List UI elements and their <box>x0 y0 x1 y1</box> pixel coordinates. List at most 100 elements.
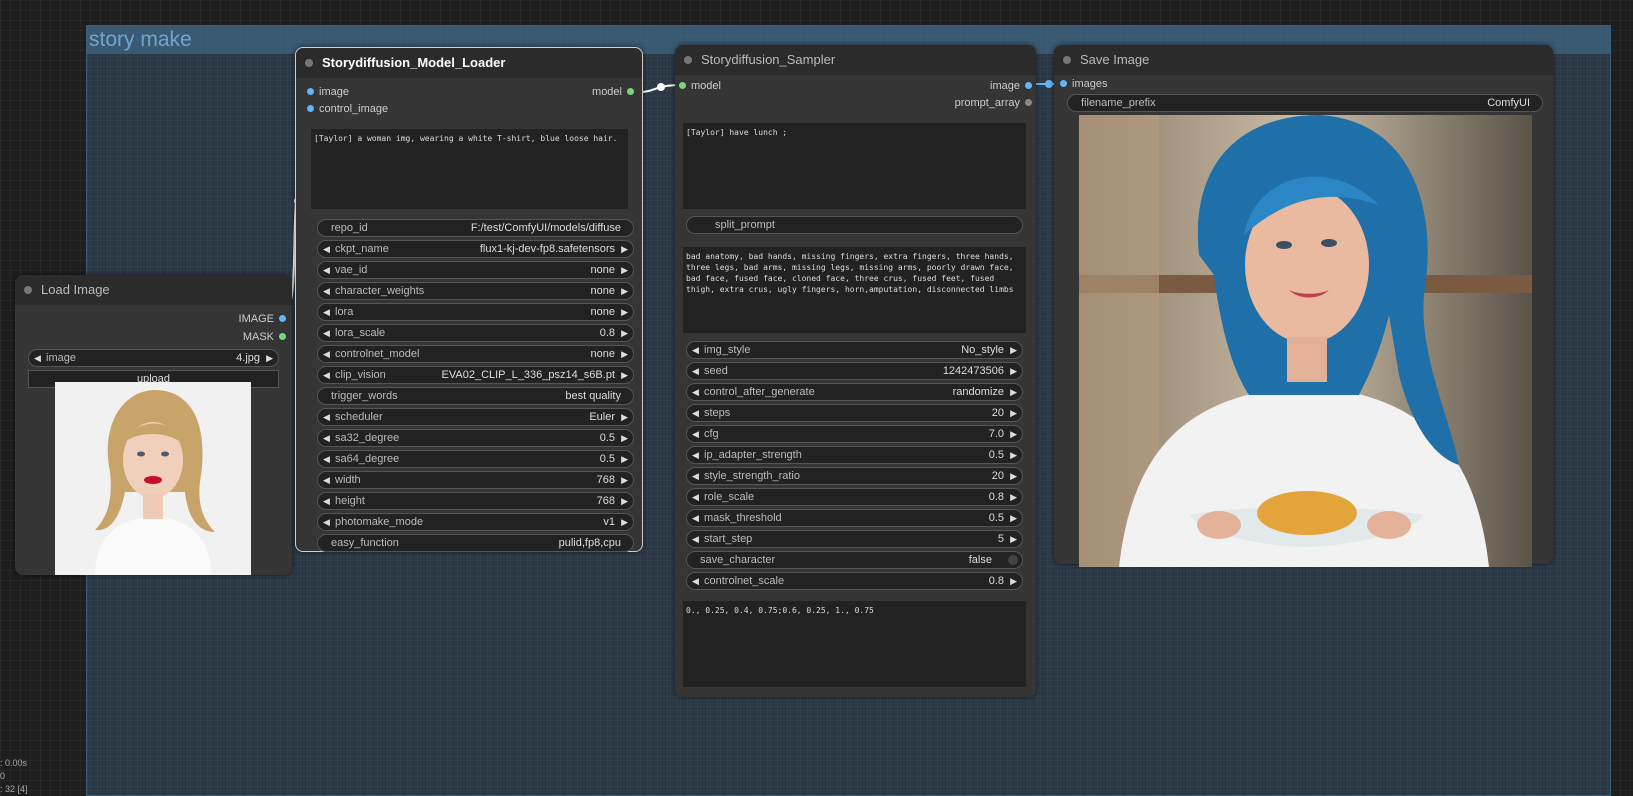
output-dot-icon[interactable] <box>627 88 634 95</box>
arrow-left-icon[interactable]: ◀ <box>323 262 330 278</box>
widget-sa64-degree[interactable]: ◀ sa64_degree 0.5 ▶ <box>317 450 634 468</box>
arrow-right-icon[interactable]: ▶ <box>1010 510 1017 526</box>
character-prompt-textarea[interactable]: [Taylor] a woman img, wearing a white T-… <box>311 129 628 209</box>
arrow-left-icon[interactable]: ◀ <box>323 241 330 257</box>
arrow-left-icon[interactable]: ◀ <box>692 447 699 463</box>
arrow-left-icon[interactable]: ◀ <box>692 384 699 400</box>
output-dot-icon[interactable] <box>1025 99 1032 106</box>
widget-style-strength-ratio[interactable]: ◀ style_strength_ratio 20 ▶ <box>686 467 1023 485</box>
arrow-left-icon[interactable]: ◀ <box>323 346 330 362</box>
arrow-right-icon[interactable]: ▶ <box>621 283 628 299</box>
widget-save-character[interactable]: save_character false <box>686 551 1023 569</box>
arrow-right-icon[interactable]: ▶ <box>621 493 628 509</box>
arrow-left-icon[interactable]: ◀ <box>692 510 699 526</box>
filename-prefix-field[interactable]: filename_prefix ComfyUI <box>1067 94 1543 112</box>
output-dot-icon[interactable] <box>279 315 286 322</box>
save-image-node[interactable]: Save Image images filename_prefix ComfyU… <box>1054 45 1553 567</box>
arrow-left-icon[interactable]: ◀ <box>692 342 699 358</box>
widget-easy-function[interactable]: easy_function pulid,fp8,cpu <box>317 534 634 552</box>
widget-cfg[interactable]: ◀ cfg 7.0 ▶ <box>686 425 1023 443</box>
arrow-right-icon[interactable]: ▶ <box>1010 363 1017 379</box>
arrow-right-icon[interactable]: ▶ <box>1010 468 1017 484</box>
widget-vae-id[interactable]: ◀ vae_id none ▶ <box>317 261 634 279</box>
output-image[interactable]: image <box>942 79 1032 93</box>
arrow-left-icon[interactable]: ◀ <box>692 405 699 421</box>
arrow-left-icon[interactable]: ◀ <box>323 472 330 488</box>
arrow-right-icon[interactable]: ▶ <box>621 514 628 530</box>
arrow-left-icon[interactable]: ◀ <box>323 493 330 509</box>
arrow-left-icon[interactable]: ◀ <box>323 367 330 383</box>
widget-sa32-degree[interactable]: ◀ sa32_degree 0.5 ▶ <box>317 429 634 447</box>
arrow-left-icon[interactable]: ◀ <box>323 304 330 320</box>
widget-controlnet-model[interactable]: ◀ controlnet_model none ▶ <box>317 345 634 363</box>
widget-lora[interactable]: ◀ lora none ▶ <box>317 303 634 321</box>
widget-steps[interactable]: ◀ steps 20 ▶ <box>686 404 1023 422</box>
model-loader-title[interactable]: Storydiffusion_Model_Loader <box>296 48 642 78</box>
arrow-left-icon[interactable]: ◀ <box>692 363 699 379</box>
collapse-dot-icon[interactable] <box>305 59 313 67</box>
widget-start-step[interactable]: ◀ start_step 5 ▶ <box>686 530 1023 548</box>
input-control-image[interactable]: control_image <box>307 102 427 116</box>
load-image-title[interactable]: Load Image <box>15 275 292 305</box>
image-select[interactable]: ◀ image 4.jpg ▶ <box>28 349 279 367</box>
arrow-left-icon[interactable]: ◀ <box>323 514 330 530</box>
arrow-left-icon[interactable]: ◀ <box>323 283 330 299</box>
arrow-right-icon[interactable]: ▶ <box>621 367 628 383</box>
arrow-right-icon[interactable]: ▶ <box>621 325 628 341</box>
input-image[interactable]: image <box>307 85 427 99</box>
widget-width[interactable]: ◀ width 768 ▶ <box>317 471 634 489</box>
arrow-left-icon[interactable]: ◀ <box>323 430 330 446</box>
widget-seed[interactable]: ◀ seed 1242473506 ▶ <box>686 362 1023 380</box>
output-image[interactable]: IMAGE <box>206 312 286 326</box>
widget-scheduler[interactable]: ◀ scheduler Euler ▶ <box>317 408 634 426</box>
output-dot-icon[interactable] <box>1025 82 1032 89</box>
arrow-right-icon[interactable]: ▶ <box>621 451 628 467</box>
save-image-title[interactable]: Save Image <box>1054 45 1553 75</box>
arrow-left-icon[interactable]: ◀ <box>323 409 330 425</box>
negative-prompt-textarea[interactable]: bad anatomy, bad hands, missing fingers,… <box>683 247 1026 333</box>
output-prompt-array[interactable]: prompt_array <box>922 96 1032 110</box>
arrow-left-icon[interactable]: ◀ <box>323 325 330 341</box>
arrow-right-icon[interactable]: ▶ <box>621 241 628 257</box>
input-dot-icon[interactable] <box>679 82 686 89</box>
input-dot-icon[interactable] <box>307 105 314 112</box>
arrow-right-icon[interactable]: ▶ <box>1010 573 1017 589</box>
arrow-right-icon[interactable]: ▶ <box>1010 342 1017 358</box>
input-dot-icon[interactable] <box>1060 80 1067 87</box>
widget-img-style[interactable]: ◀ img_style No_style ▶ <box>686 341 1023 359</box>
widget-control-after-generate[interactable]: ◀ control_after_generate randomize ▶ <box>686 383 1023 401</box>
arrow-right-icon[interactable]: ▶ <box>621 409 628 425</box>
arrow-left-icon[interactable]: ◀ <box>323 451 330 467</box>
widget-character-weights[interactable]: ◀ character_weights none ▶ <box>317 282 634 300</box>
widget-photomake-mode[interactable]: ◀ photomake_mode v1 ▶ <box>317 513 634 531</box>
output-dot-icon[interactable] <box>279 333 286 340</box>
collapse-dot-icon[interactable] <box>1063 56 1071 64</box>
widget-repo-id[interactable]: repo_id F:/test/ComfyUI/models/diffuse <box>317 219 634 237</box>
load-image-node[interactable]: Load Image IMAGE MASK ◀ image 4.jpg ▶ up… <box>15 275 292 575</box>
widget-controlnet-scale[interactable]: ◀ controlnet_scale 0.8 ▶ <box>686 572 1023 590</box>
output-model[interactable]: model <box>554 85 634 99</box>
guidance-list-textarea[interactable]: 0., 0.25, 0.4, 0.75;0.6, 0.25, 1., 0.75 <box>683 601 1026 687</box>
collapse-dot-icon[interactable] <box>684 56 692 64</box>
output-mask[interactable]: MASK <box>206 330 286 344</box>
arrow-right-icon[interactable]: ▶ <box>621 346 628 362</box>
widget-role-scale[interactable]: ◀ role_scale 0.8 ▶ <box>686 488 1023 506</box>
widget-lora-scale[interactable]: ◀ lora_scale 0.8 ▶ <box>317 324 634 342</box>
widget-height[interactable]: ◀ height 768 ▶ <box>317 492 634 510</box>
model-loader-node[interactable]: Storydiffusion_Model_Loader image contro… <box>295 47 643 552</box>
arrow-right-icon[interactable]: ▶ <box>1010 384 1017 400</box>
input-dot-icon[interactable] <box>307 88 314 95</box>
arrow-left-icon[interactable]: ◀ <box>692 426 699 442</box>
arrow-right-icon[interactable]: ▶ <box>1010 489 1017 505</box>
input-model[interactable]: model <box>679 79 759 93</box>
arrow-right-icon[interactable]: ▶ <box>1010 447 1017 463</box>
arrow-right-icon[interactable]: ▶ <box>621 430 628 446</box>
arrow-right-icon[interactable]: ▶ <box>1010 531 1017 547</box>
widget-clip-vision[interactable]: ◀ clip_vision EVA02_CLIP_L_336_psz14_s6B.p… <box>317 366 634 384</box>
input-images[interactable]: images <box>1060 77 1160 91</box>
arrow-right-icon[interactable]: ▶ <box>1010 426 1017 442</box>
sampler-node[interactable]: Storydiffusion_Sampler model image promp… <box>675 45 1036 697</box>
arrow-left-icon[interactable]: ◀ <box>692 489 699 505</box>
scene-prompt-textarea[interactable]: [Taylor] have lunch ; <box>683 123 1026 209</box>
arrow-left-icon[interactable]: ◀ <box>692 573 699 589</box>
